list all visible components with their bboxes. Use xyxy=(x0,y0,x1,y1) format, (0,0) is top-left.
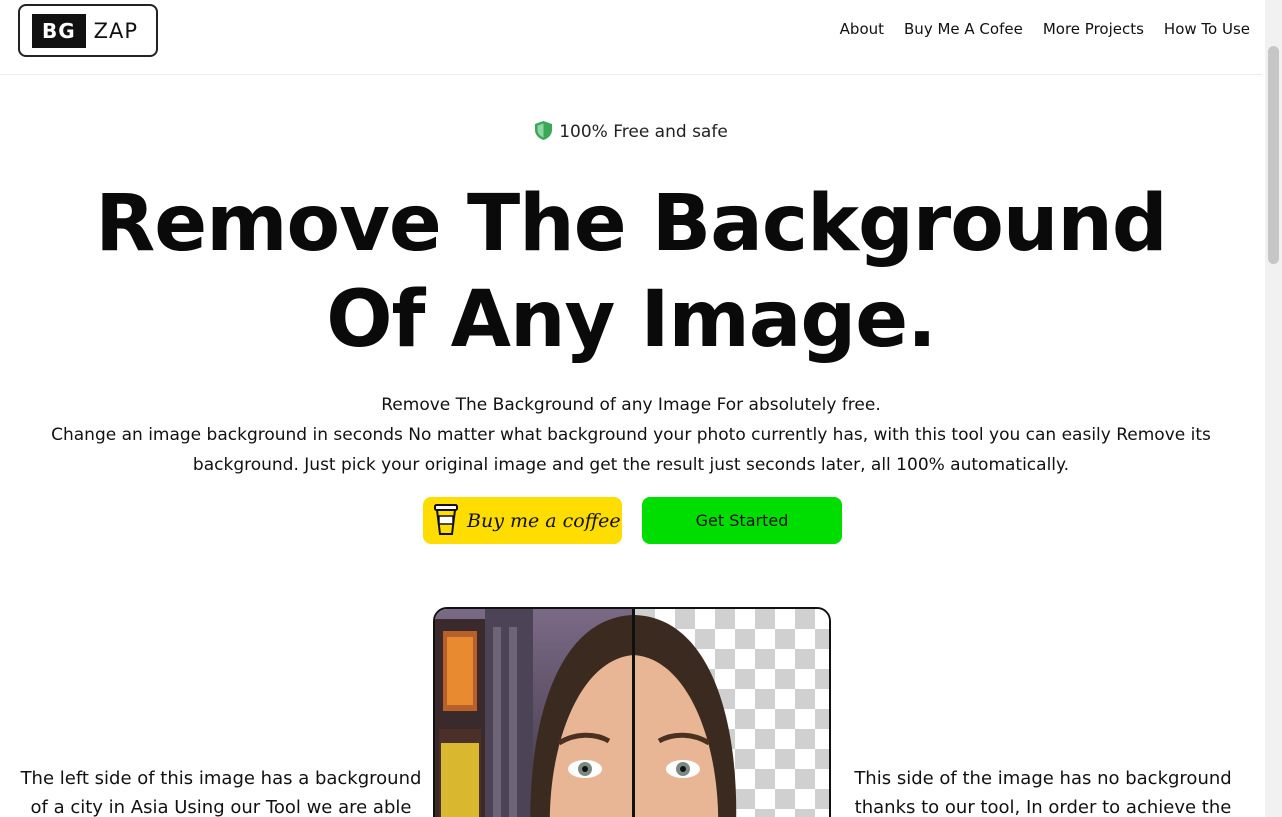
scrollbar-thumb[interactable] xyxy=(1268,46,1279,264)
nav-about[interactable]: About xyxy=(840,20,884,38)
site-header: BG ZAP About Buy Me A Cofee More Project… xyxy=(0,0,1262,75)
badge-text: 100% Free and safe xyxy=(559,122,728,142)
nav-how-to-use[interactable]: How To Use xyxy=(1164,20,1250,38)
right-caption: This side of the image has no background… xyxy=(854,768,1232,817)
scrollbar[interactable] xyxy=(1265,0,1282,817)
buy-me-a-coffee-button[interactable]: Buy me a coffee xyxy=(423,497,622,544)
description-line-1: Remove The Background of any Image For a… xyxy=(381,395,881,415)
left-caption: The left side of this image has a backgr… xyxy=(20,768,422,817)
free-safe-badge: 100% Free and safe xyxy=(0,120,1262,142)
demo-comparison-image xyxy=(433,607,831,817)
nav-buy-me-a-cofee[interactable]: Buy Me A Cofee xyxy=(904,20,1023,38)
get-started-button[interactable]: Get Started xyxy=(642,497,842,544)
shield-icon xyxy=(534,121,559,142)
title-line-1: Remove The Background xyxy=(95,179,1167,269)
page-title: Remove The Background Of Any Image. xyxy=(0,176,1262,368)
main-nav: About Buy Me A Cofee More Projects How T… xyxy=(820,20,1250,38)
logo-text: ZAP xyxy=(93,18,139,43)
logo[interactable]: BG ZAP xyxy=(18,4,158,57)
logo-box-text: BG xyxy=(32,13,86,48)
coffee-cup-icon xyxy=(433,502,459,540)
nav-more-projects[interactable]: More Projects xyxy=(1043,20,1144,38)
hero-description: Remove The Background of any Image For a… xyxy=(20,390,1242,480)
title-line-2: Of Any Image. xyxy=(326,275,937,365)
description-line-2: Change an image background in seconds No… xyxy=(51,425,1211,475)
coffee-button-label: Buy me a coffee xyxy=(467,509,621,532)
